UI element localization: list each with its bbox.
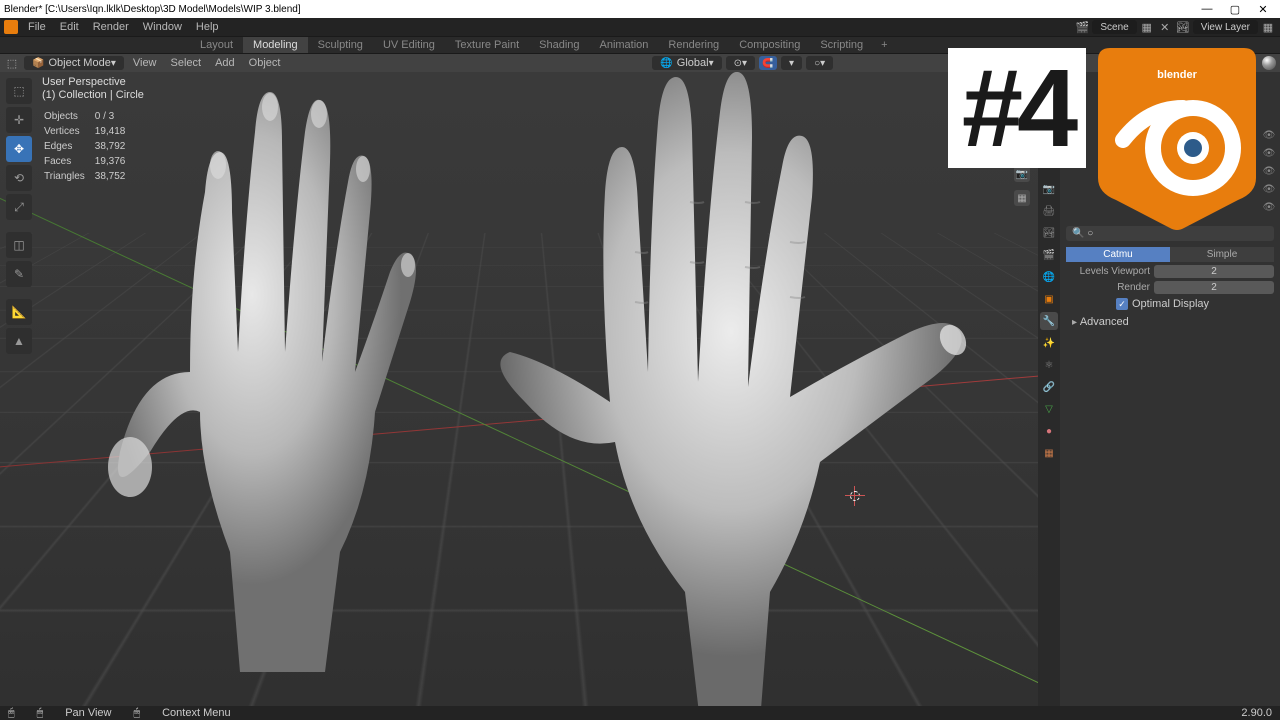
tab-mesh[interactable]: ▽	[1040, 400, 1058, 418]
tab-texture[interactable]: ▦	[1040, 444, 1058, 462]
close-button[interactable]: ✕	[1250, 1, 1276, 17]
viewlayer-field[interactable]: View Layer	[1193, 20, 1258, 34]
menu-select[interactable]: Select	[166, 55, 207, 71]
ws-rendering[interactable]: Rendering	[658, 37, 729, 53]
ws-modeling[interactable]: Modeling	[243, 37, 308, 53]
svg-text:blender: blender	[1157, 69, 1197, 81]
ws-shading[interactable]: Shading	[529, 37, 589, 53]
restrict-icon[interactable]: 👁	[1262, 182, 1276, 196]
tab-scene[interactable]: 🎬	[1040, 246, 1058, 264]
tool-scale[interactable]: ⤢	[6, 194, 32, 220]
restrict-select-icon[interactable]: 👁	[1262, 128, 1276, 142]
tab-object[interactable]: ▣	[1040, 290, 1058, 308]
tab-modifier[interactable]: 🔧	[1040, 312, 1058, 330]
3d-viewport[interactable]: ⬚ ✛ ✥ ⟲ ⤢ ◫ ✎ 📐 ▲ User Perspective (1) C…	[0, 72, 1038, 706]
proportional-edit[interactable]: ○▾	[806, 56, 833, 70]
tool-add[interactable]: ▲	[6, 328, 32, 354]
menu-object[interactable]: Object	[244, 55, 286, 71]
blender-brand-logo: blender	[1098, 48, 1256, 232]
mouse-context-icon: 🖱	[134, 707, 141, 720]
tool-measure[interactable]: 📐	[6, 299, 32, 325]
tab-constraints[interactable]: 🔗	[1040, 378, 1058, 396]
menu-file[interactable]: File	[22, 19, 52, 35]
viewport-stats: User Perspective (1) Collection | Circle…	[42, 76, 144, 185]
tool-transform[interactable]: ◫	[6, 232, 32, 258]
episode-number: #4	[948, 48, 1086, 168]
ws-texture[interactable]: Texture Paint	[445, 37, 529, 53]
tab-physics[interactable]: ⚛	[1040, 356, 1058, 374]
menu-window[interactable]: Window	[137, 19, 188, 35]
video-overlay: #4 blender	[948, 48, 1256, 232]
menu-help[interactable]: Help	[190, 19, 225, 35]
tool-annotate[interactable]: ✎	[6, 261, 32, 287]
tool-select-box[interactable]: ⬚	[6, 78, 32, 104]
mouse-select-icon: 🖱	[8, 707, 15, 720]
levels-viewport-label: Levels Viewport	[1066, 266, 1150, 277]
status-bar: 🖱 🖱 Pan View 🖱 Context Menu 2.90.0	[0, 706, 1280, 720]
new-scene-icon[interactable]: ✕	[1157, 19, 1173, 35]
restrict-render-icon[interactable]: 👁	[1262, 164, 1276, 178]
ws-sculpting[interactable]: Sculpting	[308, 37, 373, 53]
snap-toggle[interactable]: 🧲	[759, 56, 777, 70]
tool-rotate[interactable]: ⟲	[6, 165, 32, 191]
mode-dropdown[interactable]: 📦 Object Mode ▾	[24, 56, 124, 70]
menu-render[interactable]: Render	[87, 19, 135, 35]
tab-world[interactable]: 🌐	[1040, 268, 1058, 286]
ws-animation[interactable]: Animation	[590, 37, 659, 53]
blender-logo-icon	[4, 20, 18, 34]
menu-view[interactable]: View	[128, 55, 162, 71]
window-title: Blender* [C:\Users\Iqn.lklk\Desktop\3D M…	[4, 4, 1194, 15]
subdiv-type-tabs: Catmu Simple	[1066, 247, 1274, 262]
tool-move[interactable]: ✥	[6, 136, 32, 162]
status-pan: Pan View	[65, 707, 111, 719]
shading-solid[interactable]	[1262, 56, 1276, 70]
mouse-pan-icon: 🖱	[37, 707, 44, 720]
browse-scene-icon[interactable]: ▦	[1139, 19, 1155, 35]
new-viewlayer-icon[interactable]: ▦	[1260, 19, 1276, 35]
tool-shelf: ⬚ ✛ ✥ ⟲ ⤢ ◫ ✎ 📐 ▲	[6, 78, 32, 354]
top-menu: File Edit Render Window Help 🎬 Scene ▦ ✕…	[0, 18, 1280, 36]
titlebar: Blender* [C:\Users\Iqn.lklk\Desktop\3D M…	[0, 0, 1280, 18]
subtab-catmull[interactable]: Catmu	[1066, 247, 1170, 262]
maximize-button[interactable]: ▢	[1222, 1, 1248, 17]
scene-field[interactable]: Scene	[1092, 20, 1136, 34]
ws-layout[interactable]: Layout	[190, 37, 243, 53]
pivot-dropdown[interactable]: ⊙▾	[726, 56, 755, 70]
menu-edit[interactable]: Edit	[54, 19, 85, 35]
snap-type[interactable]: ▾	[781, 56, 802, 70]
ws-compositing[interactable]: Compositing	[729, 37, 810, 53]
restrict-viewport-icon[interactable]: 👁	[1262, 146, 1276, 160]
minimize-button[interactable]: —	[1194, 1, 1220, 17]
menu-add[interactable]: Add	[210, 55, 240, 71]
3d-cursor	[845, 486, 865, 506]
orientation-dropdown[interactable]: 🌐 Global ▾	[652, 56, 721, 70]
restrict-icon2[interactable]: 👁	[1262, 200, 1276, 214]
tool-cursor[interactable]: ✛	[6, 107, 32, 133]
grid-floor	[0, 233, 1038, 706]
tab-particles[interactable]: ✨	[1040, 334, 1058, 352]
version-label: 2.90.0	[1241, 707, 1272, 719]
optimal-display-check[interactable]: ✓Optimal Display	[1066, 298, 1274, 310]
perspective-label: User Perspective	[42, 76, 144, 89]
editor-type-icon[interactable]: ⬚	[4, 55, 20, 71]
ws-uv[interactable]: UV Editing	[373, 37, 445, 53]
advanced-expander[interactable]: ▸ Advanced	[1066, 316, 1274, 328]
tab-material[interactable]: ●	[1040, 422, 1058, 440]
render-levels-field[interactable]: 2	[1154, 281, 1274, 294]
scene-icon: 🎬	[1074, 19, 1090, 35]
viewlayer-icon: 🏞	[1175, 19, 1191, 35]
status-context: Context Menu	[162, 707, 230, 719]
collection-label: (1) Collection | Circle	[42, 89, 144, 102]
ws-scripting[interactable]: Scripting	[810, 37, 873, 53]
ws-add[interactable]: +	[873, 37, 895, 53]
subtab-simple[interactable]: Simple	[1170, 247, 1274, 262]
levels-viewport-field[interactable]: 2	[1154, 265, 1274, 278]
render-levels-label: Render	[1066, 282, 1150, 293]
